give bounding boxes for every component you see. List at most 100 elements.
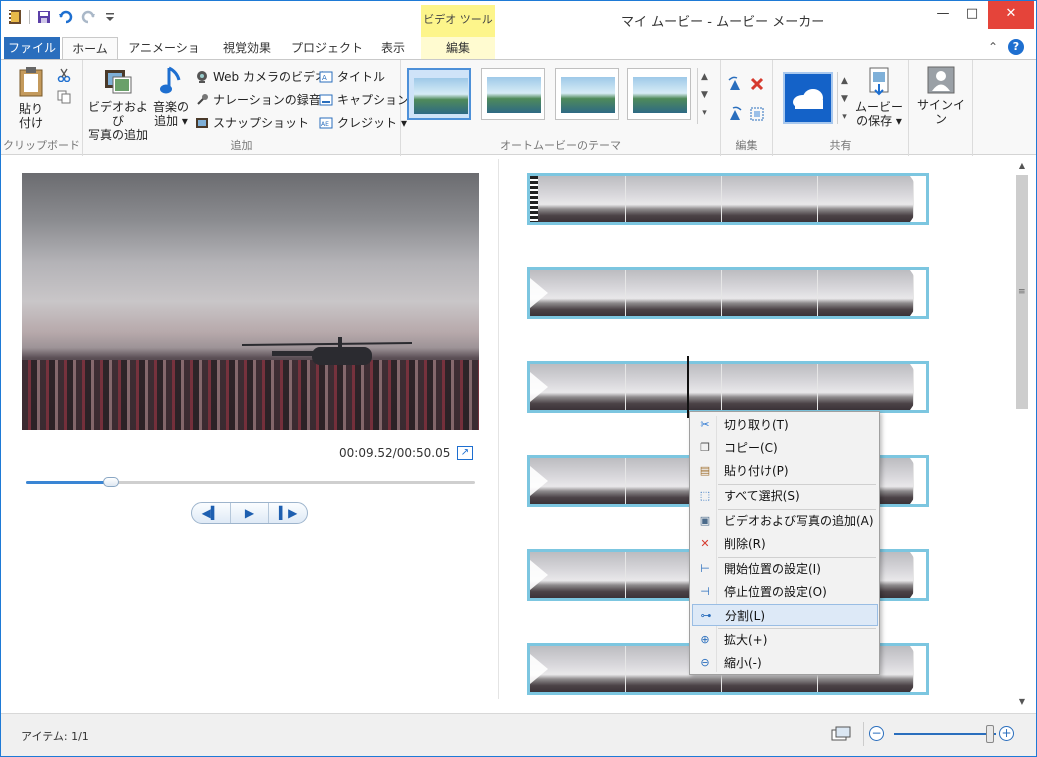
video-tools-context-header: ビデオ ツール <box>421 5 495 37</box>
menu-item-split[interactable]: ⊶ 分割(L) <box>692 604 878 626</box>
scroll-grip-icon: ≡ <box>1018 287 1026 297</box>
snapshot-label: スナップショット <box>213 116 310 130</box>
save-icon[interactable] <box>36 9 52 25</box>
caption-button[interactable]: キャプション <box>319 91 409 108</box>
menu-item-add-media[interactable]: ▣ ビデオおよび写真の追加(A) <box>692 510 878 532</box>
remove-icon[interactable] <box>749 76 765 92</box>
collapse-ribbon-icon[interactable]: ⌃ <box>988 40 998 54</box>
storyboard-scrollbar[interactable]: ▲ ≡ ▼ <box>1014 159 1030 709</box>
zoom-slider[interactable] <box>894 733 996 735</box>
qat-separator <box>29 10 30 24</box>
close-button[interactable]: ✕ <box>988 1 1034 29</box>
add-videos-photos-button[interactable]: ビデオおよび 写真の追加 <box>87 66 149 142</box>
add-music-label-1: 音楽の <box>152 100 189 114</box>
save-movie-label-2: の保存 <box>856 114 893 128</box>
clip-thumbnail-frame <box>530 646 626 692</box>
add-media-icon <box>105 70 132 94</box>
menu-item-label: 縮小(-) <box>724 656 762 670</box>
title-bar: ビデオ ツール マイ ムービー - ムービー メーカー — □ ✕ <box>1 1 1036 37</box>
zoom-in-button[interactable]: + <box>999 726 1014 741</box>
narration-label: ナレーションの録音 <box>213 93 321 107</box>
credits-button[interactable]: AE クレジット ▾ <box>319 114 407 131</box>
snapshot-button[interactable]: スナップショット <box>195 114 309 131</box>
scroll-up-icon[interactable]: ▲ <box>1014 159 1030 173</box>
select-all-icon[interactable] <box>749 106 765 122</box>
menu-item-set-end[interactable]: ⊣ 停止位置の設定(O) <box>692 581 878 603</box>
seek-progress <box>26 481 112 484</box>
scroll-down-icon[interactable]: ▼ <box>1014 695 1030 709</box>
storyboard-clip-row[interactable] <box>527 361 929 413</box>
theme-thumb-2[interactable] <box>481 68 545 120</box>
seek-bar[interactable] <box>26 481 475 484</box>
tab-edit[interactable]: 編集 <box>421 37 495 59</box>
storyboard-view-icon[interactable] <box>831 726 851 742</box>
menu-item-label: 停止位置の設定(O) <box>724 585 827 599</box>
pane-divider[interactable] <box>498 159 499 699</box>
paste-button[interactable]: 貼り 付け <box>11 66 51 130</box>
zoom-out-button[interactable]: − <box>869 726 884 741</box>
qat-customize-icon[interactable] <box>102 9 118 25</box>
playback-controls: ◀▍ ▶ ▍▶ <box>191 502 308 524</box>
play-button[interactable]: ▶ <box>231 503 270 523</box>
theme-thumb-3[interactable] <box>555 68 619 120</box>
save-movie-button[interactable]: ムービー の保存 ▾ <box>853 66 905 128</box>
clip-thumbnail-frame <box>818 270 914 316</box>
menu-item-zoom-out[interactable]: ⊖ 縮小(-) <box>692 652 878 674</box>
storyboard-clip-row[interactable] <box>527 267 929 319</box>
signin-button[interactable]: サインイン <box>913 66 969 126</box>
theme-thumb-4[interactable] <box>627 68 691 120</box>
clip-continue-arrow <box>910 552 926 598</box>
menu-item-copy[interactable]: ❐ コピー(C) <box>692 437 878 459</box>
add-music-button[interactable]: 音楽の 追加 ▾ <box>151 66 191 128</box>
menu-item-set-start[interactable]: ⊢ 開始位置の設定(I) <box>692 558 878 580</box>
playhead-indicator[interactable] <box>687 356 689 418</box>
menu-item-cut[interactable]: ✂ 切り取り(T) <box>692 414 878 436</box>
menu-item-label: 拡大(+) <box>724 633 768 647</box>
cut-icon[interactable] <box>57 68 71 82</box>
rotate-right-icon[interactable] <box>727 106 743 122</box>
record-narration-button[interactable]: ナレーションの録音 ▾ <box>195 91 331 108</box>
previous-frame-button[interactable]: ◀▍ <box>192 503 231 523</box>
onedrive-share-button[interactable] <box>783 72 833 124</box>
tab-file[interactable]: ファイル <box>4 37 60 59</box>
menu-item-select-all[interactable]: ⬚ すべて選択(S) <box>692 485 878 507</box>
theme-gallery-scroll[interactable]: ▲ ▼ ▾ <box>697 68 711 124</box>
clip-continue-arrow <box>910 646 926 692</box>
menu-item-delete[interactable]: ✕ 削除(R) <box>692 533 878 555</box>
storyboard-clip-row[interactable] <box>527 173 929 225</box>
menu-item-paste[interactable]: ▤ 貼り付け(P) <box>692 460 878 482</box>
webcam-video-button[interactable]: Web カメラのビデオ <box>195 68 327 85</box>
tab-view[interactable]: 表示 <box>373 37 413 59</box>
tab-visual-effects[interactable]: 視覚効果 <box>214 37 280 59</box>
copy-icon[interactable] <box>57 90 71 104</box>
fullscreen-icon[interactable]: ↗ <box>457 446 473 460</box>
paste-label-1: 貼り <box>18 102 43 116</box>
zoom-in-icon: ⊕ <box>700 633 710 646</box>
redo-icon[interactable] <box>80 9 96 25</box>
clipboard-icon <box>19 67 43 97</box>
caption-icon <box>319 94 333 105</box>
film-app-icon[interactable] <box>7 9 23 25</box>
window-title: マイ ムービー - ムービー メーカー <box>621 15 825 30</box>
scissors-icon: ✂ <box>700 418 710 431</box>
music-note-icon <box>160 66 181 94</box>
help-icon[interactable]: ? <box>1008 39 1024 55</box>
set-end-icon: ⊣ <box>700 585 710 598</box>
tab-home[interactable]: ホーム <box>62 37 118 59</box>
title-button[interactable]: A タイトル <box>319 68 385 85</box>
maximize-button[interactable]: □ <box>953 1 991 29</box>
zoom-slider-thumb[interactable] <box>986 725 994 743</box>
share-gallery-scroll[interactable]: ▲ ▼ ▾ <box>837 72 851 124</box>
video-preview[interactable] <box>22 173 479 430</box>
tab-project[interactable]: プロジェクト <box>287 37 367 59</box>
undo-icon[interactable] <box>58 9 74 25</box>
next-frame-button[interactable]: ▍▶ <box>269 503 307 523</box>
svg-text:A: A <box>322 74 327 82</box>
tab-animations[interactable]: アニメーション <box>124 37 204 77</box>
seek-thumb[interactable] <box>103 477 120 487</box>
rotate-left-icon[interactable] <box>727 76 743 92</box>
add-media-icon: ▣ <box>699 514 711 527</box>
theme-thumb-1[interactable] <box>407 68 471 120</box>
ribbon: 貼り 付け クリップボード ビデオおよび 写真の追加 音楽の 追加 ▾ Web … <box>1 59 1036 156</box>
menu-item-zoom-in[interactable]: ⊕ 拡大(+) <box>692 629 878 651</box>
